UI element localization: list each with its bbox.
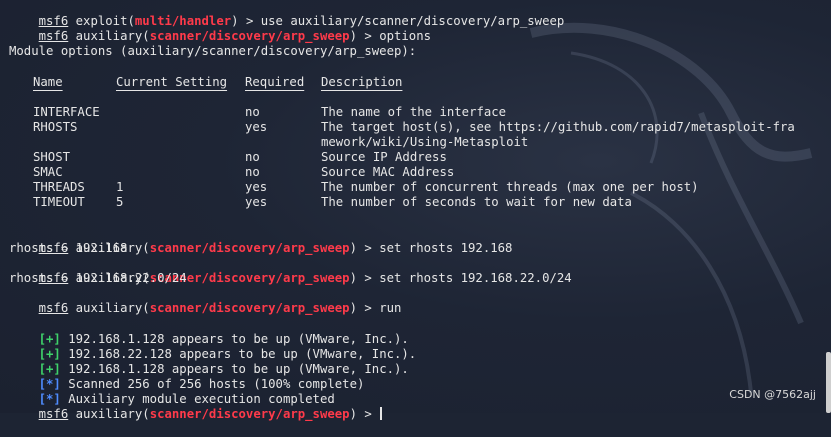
column-header-name: Name — [33, 75, 63, 89]
output-line: rhosts ⇒ 192.168.22.0/24 — [9, 271, 187, 285]
result-line: [*] Scanned 256 of 256 hosts (100% compl… — [9, 362, 365, 391]
prompt-command: ) > options — [349, 29, 432, 43]
prompt-command: ) > set rhosts 192.168.22.0/24 — [349, 271, 572, 285]
prompt-line: msf6 exploit(multi/handler) > use auxili… — [9, 0, 565, 28]
option-name: SHOST — [33, 150, 71, 164]
active-prompt-line[interactable]: msf6 auxiliary(scanner/discovery/arp_swe… — [9, 392, 383, 421]
prompt-line: msf6 auxiliary(scanner/discovery/arp_swe… — [9, 226, 513, 255]
text-cursor — [380, 407, 383, 420]
option-required: yes — [245, 195, 268, 209]
option-required: no — [245, 165, 260, 179]
option-required: yes — [245, 120, 268, 134]
column-header-description: Description — [321, 75, 403, 89]
prompt-prefix: auxiliary( — [68, 407, 150, 421]
prompt-command: ) > set rhosts 192.168 — [349, 241, 513, 255]
msf-label: msf6 — [38, 407, 69, 421]
option-description: The number of concurrent threads (max on… — [321, 180, 699, 194]
option-description: Source IP Address — [321, 150, 447, 164]
prompt-command: ) > — [349, 407, 380, 421]
option-required: no — [245, 150, 260, 164]
result-line: [+] 192.168.1.128 appears to be up (VMwa… — [9, 317, 409, 346]
result-line: [+] 192.168.1.128 appears to be up (VMwa… — [9, 347, 409, 376]
result-line: [+] 192.168.22.128 appears to be up (VMw… — [9, 332, 417, 361]
module-name: scanner/discovery/arp_sweep — [149, 29, 350, 43]
terminal-window[interactable]: msf6 exploit(multi/handler) > use auxili… — [0, 0, 831, 421]
options-title: Module options (auxiliary/scanner/discov… — [9, 44, 417, 58]
msf-label: msf6 — [38, 301, 69, 315]
option-name: INTERFACE — [33, 105, 100, 119]
option-required: yes — [245, 180, 268, 194]
prompt-prefix: auxiliary( — [68, 301, 150, 315]
option-name: THREADS — [33, 180, 85, 194]
option-name: RHOSTS — [33, 120, 78, 134]
column-header-required: Required — [245, 75, 305, 89]
prompt-line: msf6 auxiliary(scanner/discovery/arp_swe… — [9, 256, 572, 285]
prompt-line: msf6 auxiliary(scanner/discovery/arp_swe… — [9, 14, 431, 43]
option-description: Source MAC Address — [321, 165, 455, 179]
option-description-wrap: mework/wiki/Using-Metasploit — [321, 135, 529, 149]
scrollbar-thumb[interactable] — [826, 352, 831, 413]
option-name: TIMEOUT — [33, 195, 85, 209]
csdn-watermark: CSDN @7562ajj — [729, 388, 816, 401]
option-name: SMAC — [33, 165, 63, 179]
module-name: scanner/discovery/arp_sweep — [149, 407, 350, 421]
module-name: scanner/discovery/arp_sweep — [149, 301, 350, 315]
msf-label: msf6 — [38, 29, 69, 43]
option-description: The number of seconds to wait for new da… — [321, 195, 632, 209]
option-description: The name of the interface — [321, 105, 507, 119]
result-line: [*] Auxiliary module execution completed — [9, 377, 335, 406]
option-setting: 5 — [116, 195, 124, 209]
module-name: scanner/discovery/arp_sweep — [149, 241, 350, 255]
option-setting: 1 — [116, 180, 124, 194]
prompt-prefix: auxiliary( — [68, 29, 150, 43]
option-description: The target host(s), see https://github.c… — [321, 120, 795, 134]
option-required: no — [245, 105, 260, 119]
column-header-current-setting: Current Setting — [116, 75, 228, 89]
prompt-line: msf6 auxiliary(scanner/discovery/arp_swe… — [9, 286, 402, 315]
prompt-command: ) > run — [349, 301, 402, 315]
output-line: rhosts ⇒ 192.168 — [9, 241, 128, 255]
